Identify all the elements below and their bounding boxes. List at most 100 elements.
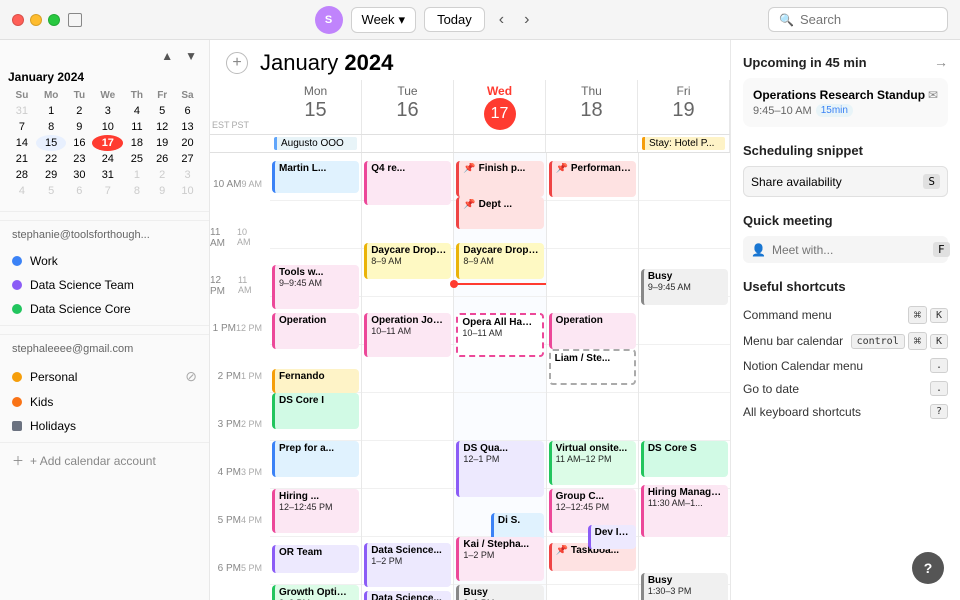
mini-cal-day[interactable]: 2 — [66, 103, 92, 119]
daycare-wed[interactable]: Daycare Dropoff 8–9 AM — [456, 243, 543, 279]
today-button[interactable]: Today — [424, 7, 485, 32]
dev-infra-event[interactable]: Dev Infra — [588, 525, 636, 549]
data-science-tue2[interactable]: Data Science... 2–3 PM — [364, 591, 451, 600]
prep-event[interactable]: Prep for a... — [272, 441, 359, 477]
mini-cal-day[interactable]: 31 — [8, 103, 36, 119]
sidebar-toggle-icon[interactable] — [68, 13, 82, 27]
kai-event[interactable]: Kai / Stepha... 1–2 PM — [456, 537, 543, 581]
mini-cal-day[interactable]: 13 — [174, 119, 201, 135]
mini-cal-day[interactable]: 10 — [92, 119, 123, 135]
fernando-event[interactable]: Fernando — [272, 369, 359, 393]
search-input[interactable] — [800, 12, 940, 27]
mini-cal-day[interactable]: 9 — [150, 183, 174, 199]
mini-cal-day[interactable]: 11 — [123, 119, 150, 135]
hiring-manage-event[interactable]: Hiring Manage... 11:30 AM–1... — [641, 485, 728, 537]
day-header-mon15[interactable]: Mon 15 — [270, 80, 362, 134]
mini-cal-day[interactable]: 16 — [66, 135, 92, 151]
avatar[interactable]: S — [315, 6, 343, 34]
personal-left[interactable]: Personal — [12, 370, 77, 384]
maximize-traffic-dot[interactable] — [48, 14, 60, 26]
perf-review-event[interactable]: 📌 Performance review talks — [549, 161, 636, 197]
augusto-ooo-event[interactable]: Augusto OOO — [274, 137, 357, 150]
help-button[interactable]: ? — [912, 552, 944, 584]
mini-cal-day[interactable]: 30 — [66, 167, 92, 183]
mini-cal-day[interactable]: 10 — [174, 183, 201, 199]
mini-cal-day[interactable]: 1 — [123, 167, 150, 183]
sidebar-item-work[interactable]: Work — [0, 249, 209, 273]
upcoming-arrow[interactable]: → — [934, 54, 948, 70]
mini-cal-day[interactable]: 17 — [92, 135, 123, 151]
minimize-traffic-dot[interactable] — [30, 14, 42, 26]
mini-cal-day[interactable]: 15 — [36, 135, 67, 151]
hiring-event-mon[interactable]: Hiring ... 12–12:45 PM — [272, 489, 359, 533]
mini-cal-day[interactable]: 3 — [92, 103, 123, 119]
busy-fri-event[interactable]: Busy 9–9:45 AM — [641, 269, 728, 305]
mini-cal-day[interactable]: 14 — [8, 135, 36, 151]
mini-cal-day[interactable]: 7 — [8, 119, 36, 135]
q4-event[interactable]: Q4 re... — [364, 161, 451, 205]
sidebar-item-ds-core[interactable]: Data Science Core — [0, 297, 209, 321]
next-week-button[interactable]: › — [518, 9, 535, 31]
mini-cal-day[interactable]: 31 — [92, 167, 123, 183]
sidebar-item-ds-team[interactable]: Data Science Team — [0, 273, 209, 297]
share-availability-button[interactable]: Share availability S — [743, 166, 948, 197]
mini-cal-day[interactable]: 9 — [66, 119, 92, 135]
mini-cal-day[interactable]: 20 — [174, 135, 201, 151]
or-team-event[interactable]: OR Team — [272, 545, 359, 573]
finish-p-event[interactable]: 📌 Finish p... — [456, 161, 543, 197]
all-hands-event[interactable]: Opera All Hands 10–11 AM — [456, 313, 543, 357]
busy-fri-130-event[interactable]: Busy 1:30–3 PM — [641, 573, 728, 600]
day-header-wed17[interactable]: Wed 17 — [454, 80, 546, 134]
day-header-thu18[interactable]: Thu 18 — [546, 80, 638, 134]
mini-cal-day[interactable]: 5 — [150, 103, 174, 119]
add-calendar-button[interactable]: ＋ + Add calendar account — [0, 447, 209, 474]
mini-cal-day[interactable]: 18 — [123, 135, 150, 151]
ds-qua-event[interactable]: DS Qua... 12–1 PM — [456, 441, 543, 497]
mini-cal-day[interactable]: 21 — [8, 151, 36, 167]
mini-cal-day[interactable]: 22 — [36, 151, 67, 167]
mini-cal-day[interactable]: 8 — [36, 119, 67, 135]
ds-core-event-mon[interactable]: DS Core I — [272, 393, 359, 429]
data-science-tue[interactable]: Data Science... 1–2 PM — [364, 543, 451, 587]
operation-event-mon[interactable]: Operation — [272, 313, 359, 349]
daycare-tue[interactable]: Daycare Dropoff 8–9 AM — [364, 243, 451, 279]
day-header-tue16[interactable]: Tue 16 — [362, 80, 454, 134]
dept-event[interactable]: 📌 Dept ... — [456, 197, 543, 229]
liam-event[interactable]: Liam / Ste... — [549, 349, 636, 385]
prev-week-button[interactable]: ‹ — [493, 9, 510, 31]
mini-cal-day[interactable]: 25 — [123, 151, 150, 167]
mini-cal-day[interactable]: 29 — [36, 167, 67, 183]
week-view-button[interactable]: Week ▾ — [351, 7, 417, 33]
personal-hide-icon[interactable]: ⊘ — [185, 368, 197, 385]
growth-event[interactable]: Growth Optimiz... 2–3 PM — [272, 585, 359, 600]
mini-cal-day[interactable]: 24 — [92, 151, 123, 167]
sidebar-item-kids[interactable]: Kids — [0, 390, 209, 414]
day-header-fri19[interactable]: Fri 19 — [638, 80, 730, 134]
upcoming-event-card[interactable]: Operations Research Standup ✉ 9:45–10 AM… — [743, 78, 948, 127]
mini-cal-day[interactable]: 4 — [8, 183, 36, 199]
sidebar-down-arrow[interactable]: ▼ — [181, 48, 201, 64]
mini-cal-day[interactable]: 28 — [8, 167, 36, 183]
mini-cal-day[interactable]: 6 — [174, 103, 201, 119]
mini-cal-day[interactable]: 2 — [150, 167, 174, 183]
martin-event[interactable]: Martin L... — [272, 161, 359, 193]
close-traffic-dot[interactable] — [12, 14, 24, 26]
stay-hotel-event[interactable]: Stay: Hotel P... — [642, 137, 725, 150]
add-event-button[interactable]: + — [226, 52, 248, 74]
mini-cal-day[interactable]: 1 — [36, 103, 67, 119]
sidebar-up-arrow[interactable]: ▲ — [157, 48, 177, 64]
ds-core-fri-event[interactable]: DS Core S — [641, 441, 728, 477]
virtual-onsite-event[interactable]: Virtual onsite... 11 AM–12 PM — [549, 441, 636, 485]
mini-cal-day[interactable]: 3 — [174, 167, 201, 183]
mini-cal-day[interactable]: 26 — [150, 151, 174, 167]
mini-cal-day[interactable]: 7 — [92, 183, 123, 199]
mini-cal-day[interactable]: 12 — [150, 119, 174, 135]
mini-cal-day[interactable]: 5 — [36, 183, 67, 199]
mini-cal-day[interactable]: 19 — [150, 135, 174, 151]
mini-cal-day[interactable]: 8 — [123, 183, 150, 199]
operation-john-event[interactable]: Operation John:Step Coffee... 10–11 AM — [364, 313, 451, 357]
meet-with-input[interactable] — [772, 243, 927, 257]
tools-event[interactable]: Tools w... 9–9:45 AM — [272, 265, 359, 309]
mini-cal-day[interactable]: 4 — [123, 103, 150, 119]
mini-cal-day[interactable]: 6 — [66, 183, 92, 199]
